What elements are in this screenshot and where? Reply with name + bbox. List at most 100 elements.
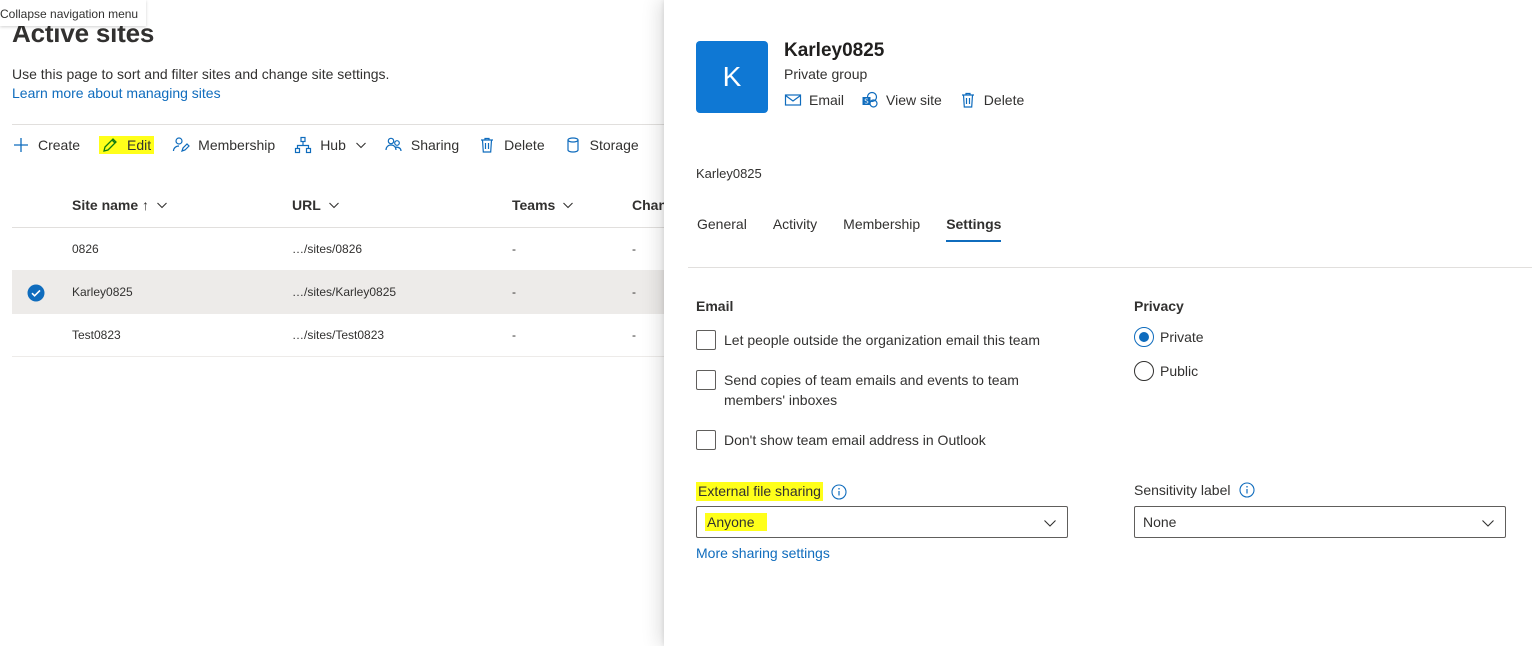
hub-button[interactable]: Hub — [294, 136, 367, 154]
table-row[interactable]: 0826 …/sites/0826 - - — [12, 228, 672, 271]
external-sharing-value: Anyone — [705, 513, 768, 531]
column-site-name[interactable]: Site name ↑ — [72, 197, 168, 213]
sharepoint-icon: S — [862, 91, 878, 108]
external-sharing-label-text: External file sharing — [696, 482, 823, 501]
column-teams-label: Teams — [512, 197, 556, 213]
radio[interactable] — [1134, 361, 1154, 381]
email-option-label: Don't show team email address in Outlook — [724, 432, 986, 448]
privacy-section-label: Privacy — [1134, 298, 1184, 314]
sensitivity-label-label: Sensitivity label — [1134, 482, 1255, 498]
hub-icon — [295, 136, 312, 154]
email-button[interactable]: Email — [784, 91, 844, 109]
group-name: Karley0825 — [784, 40, 885, 61]
sensitivity-dropdown[interactable]: None — [1134, 506, 1506, 538]
column-site-name-label: Site name ↑ — [72, 197, 150, 213]
sensitivity-value: None — [1143, 514, 1177, 530]
cell-teams: - — [512, 285, 516, 299]
pencil-icon — [103, 138, 117, 152]
people-icon — [385, 137, 402, 152]
privacy-option-label: Public — [1160, 363, 1199, 379]
membership-label: Membership — [198, 137, 276, 153]
tab-general[interactable]: General — [697, 216, 747, 242]
cell-site-name: 0826 — [72, 242, 99, 256]
cell-url: …/sites/Test0823 — [292, 328, 385, 342]
panel-tabs: General Activity Membership Settings — [697, 216, 1027, 242]
chevron-down-icon — [328, 202, 339, 209]
person-edit-icon — [173, 137, 191, 152]
email-option-label: Send copies of team emails and events to… — [724, 372, 1019, 408]
email-option-hide-address[interactable]: Don't show team email address in Outlook — [696, 430, 1064, 450]
panel-delete-button[interactable]: Delete — [959, 91, 1024, 109]
more-sharing-settings-link[interactable]: More sharing settings — [696, 545, 830, 561]
table-header: Site name ↑ URL Teams Chan — [12, 184, 672, 228]
email-option-label: Let people outside the organization emai… — [724, 332, 1040, 348]
privacy-option-public[interactable]: Public — [1134, 361, 1198, 381]
edit-button[interactable]: Edit — [99, 136, 155, 154]
trash-icon — [961, 92, 974, 108]
column-url[interactable]: URL — [292, 197, 340, 213]
membership-button[interactable]: Membership — [172, 136, 276, 154]
hub-label: Hub — [320, 137, 346, 153]
email-option-external[interactable]: Let people outside the organization emai… — [696, 330, 1064, 350]
edit-label: Edit — [127, 137, 152, 153]
group-avatar: K — [696, 41, 768, 113]
group-type: Private group — [784, 66, 868, 82]
info-icon[interactable] — [1238, 482, 1255, 498]
column-url-label: URL — [292, 197, 321, 213]
checkbox[interactable] — [696, 370, 716, 390]
svg-text:S: S — [864, 98, 869, 106]
column-channels[interactable]: Chan — [632, 197, 667, 213]
cell-channels: - — [632, 328, 636, 342]
external-sharing-label: External file sharing — [696, 482, 847, 501]
privacy-option-label: Private — [1160, 329, 1204, 345]
plus-icon — [14, 138, 28, 152]
view-site-button[interactable]: S View site — [861, 91, 942, 109]
command-bar-divider — [12, 124, 672, 125]
site-details-panel: K Karley0825 Private group Email S View … — [664, 0, 1532, 646]
site-subtitle: Karley0825 — [696, 166, 762, 181]
privacy-option-private[interactable]: Private — [1134, 327, 1204, 347]
panel-actions: Email S View site Delete — [784, 91, 1041, 109]
tab-activity[interactable]: Activity — [773, 216, 817, 242]
table-row[interactable]: Test0823 …/sites/Test0823 - - — [12, 314, 672, 357]
email-section-label: Email — [696, 298, 734, 314]
cell-site-name: Karley0825 — [72, 285, 133, 299]
email-option-copies[interactable]: Send copies of team emails and events to… — [696, 370, 1034, 410]
checkbox[interactable] — [696, 430, 716, 450]
view-site-label: View site — [886, 92, 942, 108]
tooltip: Collapse navigation menu — [0, 0, 147, 26]
info-icon[interactable] — [831, 483, 847, 500]
edit-highlight: Edit — [99, 136, 155, 154]
delete-button[interactable]: Delete — [478, 136, 545, 154]
checkbox[interactable] — [696, 330, 716, 350]
command-bar: Create Edit Membership Hub Sharing Delet… — [12, 132, 658, 158]
cell-url: …/sites/Karley0825 — [292, 285, 397, 299]
tab-membership[interactable]: Membership — [843, 216, 920, 242]
checkmark-circle-icon[interactable] — [27, 284, 45, 302]
create-button[interactable]: Create — [12, 136, 81, 154]
cell-teams: - — [512, 242, 516, 256]
database-icon — [567, 137, 579, 153]
email-label: Email — [809, 92, 845, 108]
tabs-divider — [688, 267, 1532, 268]
cell-site-name: Test0823 — [72, 328, 121, 342]
storage-button[interactable]: Storage — [564, 136, 640, 154]
table-row[interactable]: Karley0825 …/sites/Karley0825 - - — [12, 271, 672, 314]
page-description: Use this page to sort and filter sites a… — [12, 66, 390, 82]
chevron-down-icon — [157, 202, 167, 209]
external-sharing-dropdown[interactable]: Anyone — [696, 506, 1068, 538]
panel-delete-label: Delete — [983, 92, 1025, 108]
sharing-button[interactable]: Sharing — [385, 136, 460, 154]
chevron-down-icon — [1482, 520, 1494, 527]
cell-teams: - — [512, 328, 516, 342]
storage-label: Storage — [589, 137, 639, 153]
radio-selected[interactable] — [1134, 327, 1154, 347]
sites-table: Site name ↑ URL Teams Chan 0826 …/sites/… — [12, 184, 672, 357]
chevron-down-icon — [1044, 520, 1056, 527]
column-teams[interactable]: Teams — [512, 197, 574, 213]
tab-settings[interactable]: Settings — [946, 216, 1002, 242]
cell-channels: - — [632, 285, 636, 299]
learn-more-link[interactable]: Learn more about managing sites — [12, 85, 221, 101]
cell-url: …/sites/0826 — [292, 242, 363, 256]
chevron-down-icon — [563, 202, 574, 209]
